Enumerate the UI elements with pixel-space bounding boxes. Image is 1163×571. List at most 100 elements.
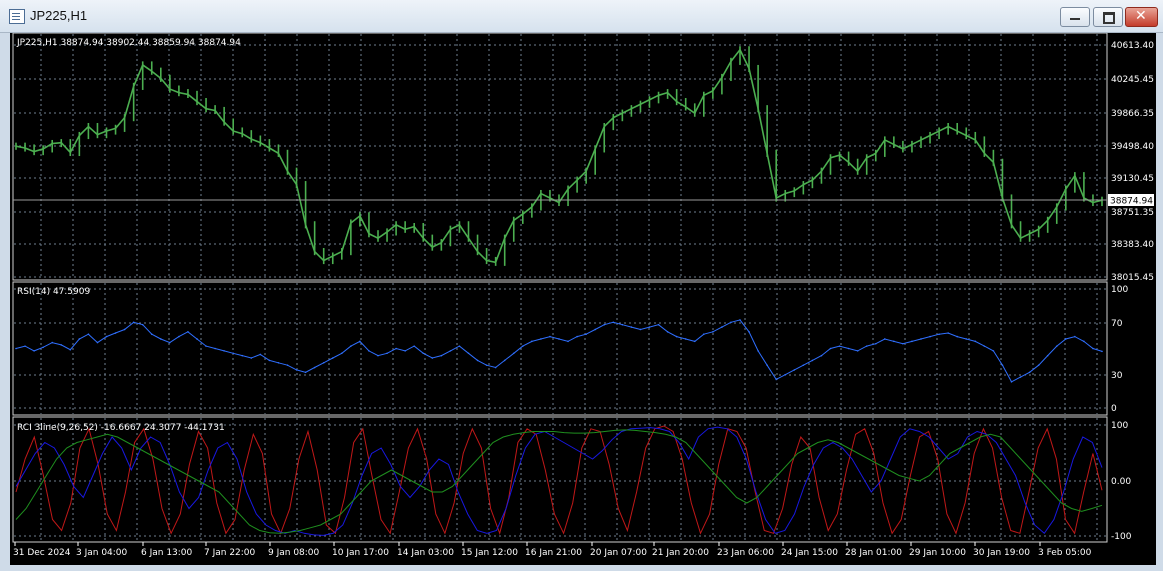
current-price-label: 38874.94 [1110, 197, 1153, 207]
rsi-axis-label: 0 [1111, 404, 1117, 414]
rsi-point [1083, 340, 1085, 343]
rsi-point [965, 338, 968, 340]
price-candle-segment [1056, 188, 1067, 208]
price-candle-segment [965, 134, 976, 141]
price-panel-frame [12, 33, 1108, 281]
rsi-point [132, 321, 135, 324]
price-candle-segment [721, 60, 732, 78]
rsi-point [78, 338, 81, 340]
price-candle-segment [730, 49, 741, 62]
rsi-point [232, 352, 234, 355]
rsi-point [69, 348, 72, 351]
rsi-point [377, 354, 379, 357]
rsi-point [1092, 347, 1094, 350]
price-candle-segment [440, 228, 452, 244]
price-candle-segment [811, 170, 823, 181]
price-candle-segment [232, 130, 243, 135]
rsi-point [522, 345, 524, 347]
chart-window-icon [9, 9, 25, 24]
price-panel-header: JP225,H1 38874.94 38902.44 38859.94 3887… [16, 38, 241, 48]
price-candle-segment [793, 183, 804, 192]
rsi-point [304, 371, 307, 374]
rsi-point [368, 350, 370, 352]
rsi-point [187, 331, 189, 333]
rsi-point [757, 350, 759, 352]
price-candle-segment [1010, 224, 1022, 239]
price-candle-segment [205, 107, 216, 112]
rsi-point [1074, 335, 1076, 338]
maximize-button[interactable] [1093, 7, 1123, 27]
rsi-point [1019, 376, 1022, 378]
price-candle-segment [567, 179, 578, 190]
price-candle-segment [820, 157, 832, 172]
rsi-point [992, 350, 995, 352]
rsi-point [87, 333, 90, 336]
time-axis-label: 14 Jan 03:00 [397, 548, 454, 558]
time-axis-label: 7 Jan 22:00 [204, 548, 256, 558]
rsi-point [458, 345, 461, 347]
price-candle-segment [295, 184, 307, 225]
price-candle-segment [676, 100, 687, 108]
price-candle-segment [902, 143, 913, 150]
time-axis-label: 23 Jan 06:00 [717, 548, 774, 558]
time-axis-label: 20 Jan 07:00 [590, 548, 647, 558]
price-candle-segment [1047, 206, 1058, 221]
rsi-point [196, 338, 198, 340]
rsi-point [576, 335, 578, 338]
chart-canvas[interactable]: 38874.94 JP225,H1 38874.94 38902.44 3885… [10, 33, 1156, 565]
title-bar[interactable]: JP225,H1 ✕ [0, 0, 1163, 33]
rsi-point [123, 328, 126, 331]
rci-panel-header: RCI 3line(9,26,52) -16.6667 24.3077 -44.… [17, 423, 225, 433]
rsi-point [693, 340, 696, 343]
close-button[interactable]: ✕ [1125, 7, 1158, 27]
price-candle-segment [223, 121, 234, 132]
price-candle-segment [350, 215, 361, 224]
rsi-point [739, 319, 741, 321]
price-candle-segment [503, 219, 515, 239]
price-candle-segment [974, 139, 986, 154]
chart-svg[interactable]: 38874.94 JP225,H1 38874.94 38902.44 3885… [10, 33, 1156, 565]
rsi-point [413, 345, 416, 347]
price-axis-label: 40245.45 [1111, 75, 1154, 85]
price-candle-segment [703, 90, 714, 97]
price-candle-segment [142, 64, 153, 72]
rsi-point [241, 354, 244, 357]
time-axis-label: 30 Jan 19:00 [973, 548, 1030, 558]
price-candle-segment [911, 139, 922, 146]
price-candle-segment [377, 231, 388, 239]
rsi-point [512, 352, 515, 355]
rsi-point [24, 345, 26, 347]
time-axis-label: 31 Dec 2024 [13, 548, 71, 558]
chart-window: JP225,H1 ✕ 38874.94 JP225,H1 38874.94 38… [0, 0, 1163, 571]
price-candle-segment [766, 153, 777, 199]
rsi-point [802, 364, 805, 366]
price-candle-segment [685, 106, 696, 114]
time-axis-label: 10 Jan 17:00 [332, 548, 389, 558]
price-candle-segment [341, 222, 352, 252]
price-candle-segment [631, 103, 641, 110]
rsi-point [712, 331, 714, 333]
time-axis: 31 Dec 2024 3 Jan 04:00 6 Jan 13:00 7 Jan 2… [13, 542, 1092, 558]
price-axis-label: 39866.35 [1111, 109, 1154, 119]
rsi-point [205, 345, 207, 347]
rsi-axis-label: 70 [1111, 319, 1123, 329]
rsi-point [476, 359, 479, 362]
rsi-point [947, 332, 949, 334]
price-candle-segment [1020, 233, 1030, 239]
rsi-point [178, 335, 180, 338]
rsi-axis-label: 100 [1111, 285, 1128, 295]
price-candle-segment [178, 91, 189, 96]
price-axis-label: 40613.40 [1111, 41, 1154, 51]
price-candle-segment [983, 152, 994, 163]
price-candle-segment [87, 125, 98, 136]
minimize-button[interactable] [1060, 7, 1090, 27]
price-candle-segment [323, 255, 334, 262]
price-candle-segment [33, 148, 44, 153]
price-candle-segment [640, 99, 650, 105]
price-candle-segment [494, 237, 506, 263]
price-candle-segment [802, 179, 813, 186]
rsi-point [775, 378, 777, 381]
rsi-point [313, 366, 316, 369]
price-candle-segment [196, 100, 207, 110]
rci-panel-frame [12, 416, 1108, 543]
